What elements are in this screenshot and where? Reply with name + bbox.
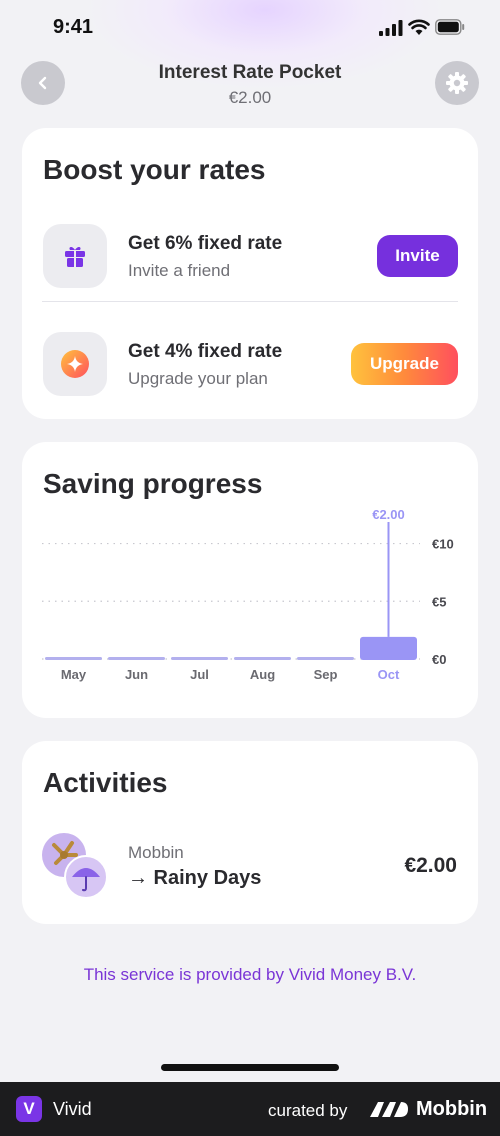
invite-button[interactable]: Invite xyxy=(377,235,458,277)
saving-chart: €10 €5 €0 May Jun Jul Aug Sep €2.00 Oct xyxy=(42,507,454,682)
provided-by-link[interactable]: This service is provided by Vivid Money … xyxy=(0,965,500,985)
data-label: €2.00 xyxy=(372,507,405,522)
upgrade-button[interactable]: Upgrade xyxy=(351,343,458,385)
gift-icon xyxy=(65,246,85,267)
sparkle-icon xyxy=(61,350,89,378)
offer-title: Get 6% fixed rate xyxy=(128,233,283,254)
status-time: 9:41 xyxy=(53,16,94,38)
x-tick-label: Sep xyxy=(314,667,338,682)
offer-icon-box xyxy=(43,332,107,396)
boost-rates-card: Boost your rates Get 6% fixed rate Invit… xyxy=(22,128,478,419)
umbrella-avatar xyxy=(64,855,108,899)
x-tick-label: May xyxy=(61,667,87,682)
offer-subtitle: Upgrade your plan xyxy=(128,369,268,388)
offer-title: Get 4% fixed rate xyxy=(128,341,283,362)
chart-bar xyxy=(234,657,291,660)
activity-name: Mobbin xyxy=(128,843,184,862)
activity-description: → Rainy Days xyxy=(128,867,262,889)
divider xyxy=(42,301,458,302)
activities-title: Activities xyxy=(43,767,168,798)
curated-by-label: curated by xyxy=(268,1101,348,1120)
x-tick-label: Jul xyxy=(190,667,209,682)
gear-icon xyxy=(446,72,468,94)
battery-icon xyxy=(435,19,465,35)
y-tick-label: €0 xyxy=(432,652,446,667)
mobbin-name: Mobbin xyxy=(416,1098,488,1120)
activities-card: Activities Mobbin → Rainy Days €2.00 xyxy=(22,741,478,924)
pocket-balance: €2.00 xyxy=(228,88,272,107)
x-tick-label: Oct xyxy=(378,667,400,682)
chart-bar xyxy=(360,636,417,660)
chart-bar xyxy=(297,657,354,660)
x-tick-label: Aug xyxy=(250,667,275,682)
activity-amount: €2.00 xyxy=(404,854,457,877)
offer-subtitle: Invite a friend xyxy=(128,261,231,280)
chart-bar xyxy=(171,657,228,660)
upgrade-offer: Get 4% fixed rate Upgrade your plan Upgr… xyxy=(22,324,478,404)
page-title: Interest Rate Pocket xyxy=(158,62,342,83)
wifi-icon xyxy=(408,19,430,35)
invite-offer: Get 6% fixed rate Invite a friend Invite xyxy=(22,216,478,296)
saving-title: Saving progress xyxy=(43,468,263,499)
x-tick-label: Jun xyxy=(125,667,148,682)
chart-bar xyxy=(45,657,102,660)
vivid-logo-icon: V xyxy=(16,1096,42,1122)
mobbin-logo-icon xyxy=(370,1102,408,1117)
saving-progress-card: Saving progress €10 €5 €0 May Jun Jul Aug Sep €2… xyxy=(22,442,478,718)
status-bar: 9:41 xyxy=(0,0,500,56)
y-tick-label: €10 xyxy=(432,537,454,552)
y-tick-label: €5 xyxy=(432,594,446,609)
settings-button[interactable] xyxy=(435,61,479,105)
activity-item[interactable]: Mobbin → Rainy Days €2.00 xyxy=(22,827,478,903)
umbrella-icon xyxy=(72,868,100,892)
boost-title: Boost your rates xyxy=(43,154,266,185)
cellular-signal-icon xyxy=(379,20,403,36)
footer-bar: V Vivid curated by Mobbin xyxy=(0,1082,500,1136)
offer-icon-box xyxy=(43,224,107,288)
chart-bar xyxy=(108,657,165,660)
home-indicator[interactable] xyxy=(161,1064,339,1071)
brand-name: Vivid xyxy=(53,1099,92,1119)
